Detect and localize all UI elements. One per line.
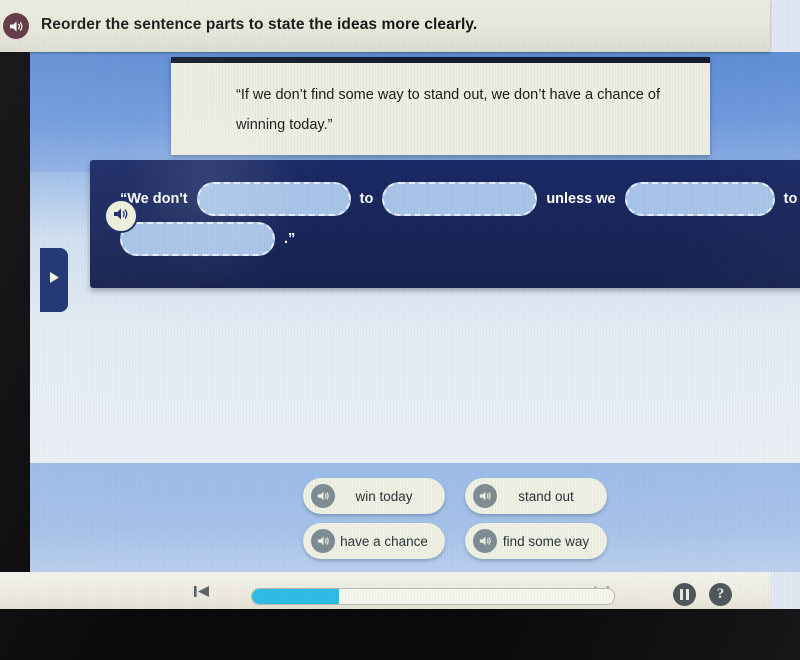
speaker-icon[interactable]	[473, 529, 497, 553]
instruction-text: Reorder the sentence parts to state the …	[41, 16, 478, 33]
word-bank-row: win today stand out	[303, 478, 643, 514]
word-tile-label: find some way	[502, 533, 590, 549]
sentence-builder-panel: “We don't to unless we to .”	[90, 160, 800, 288]
sidebar-expand-tab[interactable]	[40, 248, 68, 312]
sentence-text-closing: .”	[284, 231, 296, 247]
skip-previous-icon[interactable]	[192, 581, 212, 601]
word-tile-label: stand out	[518, 488, 574, 504]
word-tile-label: win today	[355, 488, 413, 504]
lesson-progress-bar[interactable]	[251, 588, 615, 605]
word-tile[interactable]: find some way	[465, 523, 607, 559]
help-button[interactable]: ?	[709, 583, 732, 606]
app-screen: “If we don’t find some way to stand out,…	[30, 0, 800, 609]
word-tile[interactable]: win today	[303, 478, 445, 514]
lesson-progress-fill	[252, 589, 339, 604]
screen-photo-frame: “If we don’t find some way to stand out,…	[0, 0, 800, 660]
word-bank: win today stand out have a chance find s…	[303, 478, 643, 568]
word-tile-label: have a chance	[340, 533, 428, 549]
sentence-text-unless-we: unless we	[546, 191, 616, 207]
word-tile[interactable]: have a chance	[303, 523, 445, 559]
word-bank-row: have a chance find some way	[303, 523, 643, 559]
answer-slot-1[interactable]	[196, 182, 351, 216]
help-question-icon: ?	[716, 586, 725, 602]
speaker-icon[interactable]	[3, 13, 29, 39]
play-triangle-icon	[49, 271, 60, 289]
prompt-quote-text: “If we don’t find some way to stand out,…	[236, 87, 660, 133]
speaker-icon[interactable]	[311, 529, 335, 553]
word-tile[interactable]: stand out	[465, 478, 607, 514]
answer-slot-2[interactable]	[382, 182, 538, 216]
sentence-text-to-1: to	[359, 191, 374, 207]
answer-slot-3[interactable]	[624, 182, 775, 216]
speaker-icon[interactable]	[473, 484, 497, 508]
speaker-icon[interactable]	[311, 484, 335, 508]
pause-button[interactable]	[673, 583, 696, 606]
instruction-header-bar: Reorder the sentence parts to state the …	[0, 0, 770, 52]
answer-slot-4[interactable]	[120, 222, 275, 256]
speaker-icon	[113, 207, 129, 226]
prompt-quote-card: “If we don’t find some way to stand out,…	[171, 57, 710, 155]
pause-icon	[680, 589, 689, 600]
sentence-flow: “We don't to unless we to .”	[120, 182, 800, 256]
sentence-speaker-button[interactable]	[104, 199, 138, 233]
sentence-text-to-2: to	[783, 191, 798, 207]
